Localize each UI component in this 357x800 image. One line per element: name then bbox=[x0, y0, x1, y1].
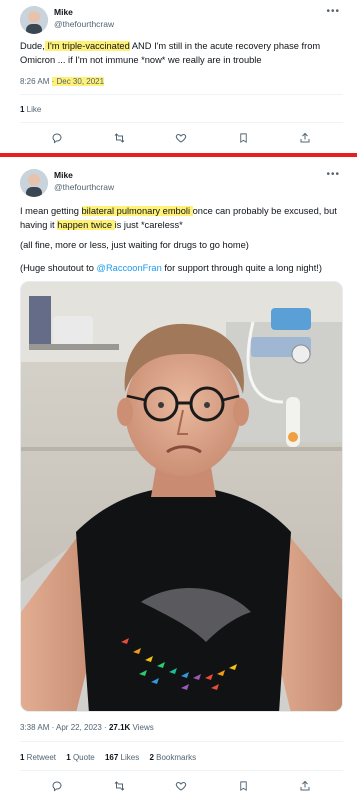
divider bbox=[20, 741, 343, 742]
tweet-timestamp[interactable]: 8:26 AM · Dec 30, 2021 bbox=[20, 77, 105, 86]
highlighted-text: bilateral pulmonary emboli bbox=[81, 206, 193, 216]
tweet-time: 3:38 AM · Apr 22, 2023 · bbox=[20, 723, 109, 732]
tweet-text-part: for support through quite a long night!) bbox=[161, 263, 322, 273]
tweet-time: 8:26 AM bbox=[20, 77, 50, 86]
like-icon[interactable] bbox=[174, 131, 188, 145]
tweet-text-p3: (Huge shoutout to @RaccoonFran for suppo… bbox=[20, 262, 344, 276]
tweet-text-part: Dude, bbox=[20, 41, 45, 51]
share-icon[interactable] bbox=[298, 131, 312, 145]
divider bbox=[20, 122, 343, 123]
tweet-1: Mike @thefourthcraw ••• Dude, I'm triple… bbox=[0, 0, 357, 153]
tweet-text-part: (Huge shoutout to bbox=[20, 263, 97, 273]
retweets-stat[interactable]: 1 Retweet bbox=[20, 753, 56, 762]
tweet-stats: 1 Retweet 1 Quote 167 Likes 2 Bookmarks bbox=[20, 753, 204, 762]
tweet-text-p2: (all fine, more or less, just waiting fo… bbox=[20, 240, 249, 250]
tweet-text: Dude, I'm triple-vaccinated AND I'm stil… bbox=[20, 40, 344, 67]
author-handle[interactable]: @thefourthcraw bbox=[54, 182, 114, 192]
highlighted-text: happen twice bbox=[57, 219, 115, 230]
action-bar bbox=[20, 779, 338, 795]
divider bbox=[20, 94, 343, 95]
likes-stat[interactable]: 1 Like bbox=[20, 105, 41, 114]
share-icon[interactable] bbox=[298, 779, 312, 793]
reply-icon[interactable] bbox=[50, 131, 64, 145]
tweet-text-p1: I mean getting bilateral pulmonary embol… bbox=[20, 205, 344, 232]
tweet-photo[interactable] bbox=[20, 281, 343, 712]
tweet-text-part: is just *careless* bbox=[114, 219, 183, 230]
mention-link[interactable]: @RaccoonFran bbox=[97, 263, 162, 273]
action-bar bbox=[20, 131, 338, 147]
quotes-stat[interactable]: 1 Quote bbox=[66, 753, 94, 762]
likes-stat[interactable]: 167 Likes bbox=[105, 753, 139, 762]
retweet-icon[interactable] bbox=[112, 779, 126, 793]
reply-icon[interactable] bbox=[50, 779, 64, 793]
bookmark-icon[interactable] bbox=[236, 131, 250, 145]
bookmarks-stat[interactable]: 2 Bookmarks bbox=[149, 753, 196, 762]
author-handle[interactable]: @thefourthcraw bbox=[54, 19, 114, 29]
tweet-text-part: I mean getting bbox=[20, 206, 82, 216]
retweet-icon[interactable] bbox=[112, 131, 126, 145]
like-icon[interactable] bbox=[174, 779, 188, 793]
author-name[interactable]: Mike bbox=[54, 7, 73, 17]
divider bbox=[20, 770, 343, 771]
separator-line bbox=[0, 153, 357, 157]
bookmark-icon[interactable] bbox=[236, 779, 250, 793]
tweet-timestamp[interactable]: 3:38 AM · Apr 22, 2023 · 27.1K Views bbox=[20, 723, 154, 732]
tweet-date: · Dec 30, 2021 bbox=[51, 77, 105, 86]
avatar[interactable] bbox=[20, 169, 48, 197]
more-icon[interactable]: ••• bbox=[326, 169, 340, 180]
avatar[interactable] bbox=[20, 6, 48, 34]
views-count: 27.1K bbox=[108, 723, 131, 732]
views-label: Views bbox=[130, 723, 154, 732]
tweet-stats: 1 Like bbox=[20, 105, 49, 114]
more-icon[interactable]: ••• bbox=[326, 6, 340, 17]
highlighted-text: I'm triple-vaccinated bbox=[44, 41, 130, 51]
tweet-2: Mike @thefourthcraw ••• I mean getting b… bbox=[0, 161, 357, 800]
tweet-header: Mike @thefourthcraw ••• bbox=[20, 6, 340, 36]
author-name[interactable]: Mike bbox=[54, 170, 73, 180]
tweet-header: Mike @thefourthcraw ••• bbox=[20, 169, 340, 199]
